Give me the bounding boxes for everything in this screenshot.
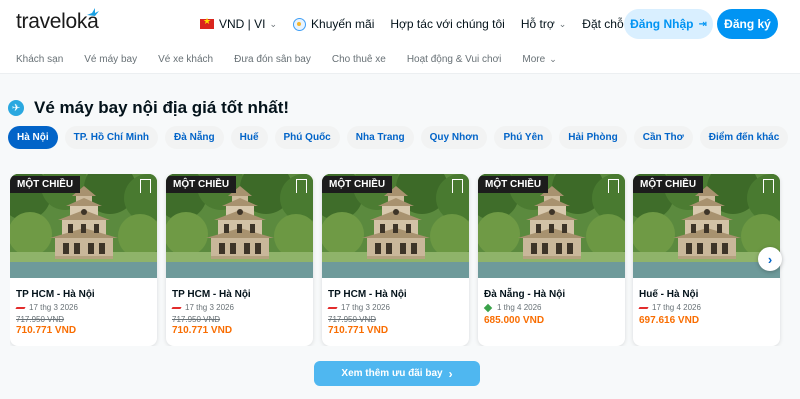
deal-date: 17 thg 4 2026 <box>639 303 701 312</box>
deal-date: 1 thg 4 2026 <box>484 303 541 312</box>
destination-chips: Hà Nội TP. Hồ Chí Minh Đà Nẵng Huế Phú Q… <box>8 126 795 149</box>
deal-card[interactable]: MỘT CHIỀU Đà Nẵng - Hà Nội 1 thg 4 2026 … <box>478 174 625 346</box>
chip-hai-phong[interactable]: Hải Phòng <box>559 126 627 149</box>
deal-card[interactable]: MỘT CHIỀU TP HCM - Hà Nội 17 thg 3 2026 … <box>322 174 469 346</box>
bookmark-icon[interactable] <box>452 179 463 193</box>
trip-type-badge: MỘT CHIỀU <box>10 176 81 193</box>
deal-card[interactable]: MỘT CHIỀU TP HCM - Hà Nội 17 thg 3 2026 … <box>10 174 157 346</box>
login-button[interactable]: Đăng Nhập ⇥ <box>624 9 713 39</box>
product-subnav: Khách sạn Vé máy bay Vé xe khách Đưa đón… <box>16 54 578 65</box>
trip-type-badge: MỘT CHIỀU <box>166 176 237 193</box>
more-label: More <box>522 54 546 65</box>
deal-price: 697.616 VND <box>639 315 700 326</box>
deal-date: 17 thg 3 2026 <box>16 303 78 312</box>
deal-route: TP HCM - Hà Nội <box>328 289 407 300</box>
deal-card[interactable]: MỘT CHIỀU TP HCM - Hà Nội 17 thg 3 2026 … <box>166 174 313 346</box>
promo-link[interactable]: Khuyến mãi <box>293 17 374 31</box>
airline-icon <box>328 305 337 311</box>
top-nav: VND | VI ⌄ Khuyến mãi Hợp tác với chúng … <box>200 9 678 39</box>
bookmark-icon[interactable] <box>296 179 307 193</box>
deal-route: TP HCM - Hà Nội <box>172 289 251 300</box>
logo-bird-icon <box>87 8 99 16</box>
deal-date: 17 thg 3 2026 <box>172 303 234 312</box>
subnav-item-hotels[interactable]: Khách sạn <box>16 54 63 65</box>
chip-phu-quoc[interactable]: Phú Quốc <box>274 126 340 149</box>
deal-price: 710.771 VND <box>16 325 77 336</box>
trip-type-badge: MỘT CHIỀU <box>322 176 393 193</box>
chip-can-tho[interactable]: Cần Thơ <box>633 126 693 149</box>
airline-icon <box>172 305 181 311</box>
chip-da-nang[interactable]: Đà Nẵng <box>165 126 224 149</box>
airline-icon <box>484 305 493 311</box>
subnav-item-airport-transfer[interactable]: Đưa đón sân bay <box>234 54 311 65</box>
deal-price: 710.771 VND <box>328 325 389 336</box>
bookmark-icon[interactable] <box>140 179 151 193</box>
subnav-item-flights[interactable]: Vé máy bay <box>84 54 137 65</box>
top-header: traveloka VND | VI ⌄ Khuyến mãi Hợp tác … <box>0 0 800 74</box>
chip-ha-noi[interactable]: Hà Nội <box>8 126 58 149</box>
deal-route: Huế - Hà Nội <box>639 289 699 300</box>
subnav-item-car-rental[interactable]: Cho thuê xe <box>332 54 386 65</box>
airplane-icon: ✈ <box>8 100 24 116</box>
vietnam-flag-icon <box>200 16 214 29</box>
partner-link[interactable]: Hợp tác với chúng tôi <box>390 17 504 31</box>
airline-icon <box>16 305 25 311</box>
chip-nha-trang[interactable]: Nha Trang <box>346 126 414 149</box>
deal-date-text: 17 thg 4 2026 <box>652 303 701 312</box>
deal-date: 17 thg 3 2026 <box>328 303 390 312</box>
see-more-deals-button[interactable]: Xem thêm ưu đãi bay › <box>314 361 480 386</box>
deal-route: Đà Nẵng - Hà Nội <box>484 289 566 300</box>
deal-date-text: 17 thg 3 2026 <box>29 303 78 312</box>
deal-price: 710.771 VND <box>172 325 233 336</box>
partner-label: Hợp tác với chúng tôi <box>390 17 505 31</box>
see-more-label: Xem thêm ưu đãi bay <box>341 368 443 379</box>
currency-language-label: VND | VI <box>219 17 266 31</box>
chevron-down-icon: ⌄ <box>549 54 557 64</box>
section-title: Vé máy bay nội địa giá tốt nhất! <box>34 98 290 117</box>
subnav-item-more[interactable]: More ⌄ <box>522 54 556 65</box>
chip-hue[interactable]: Huế <box>230 126 268 149</box>
original-price: 717.950 VND <box>328 315 377 324</box>
promo-icon <box>293 17 307 31</box>
currency-language-selector[interactable]: VND | VI ⌄ <box>200 16 278 31</box>
chip-quy-nhon[interactable]: Quy Nhơn <box>420 126 488 149</box>
chevron-right-icon: › <box>767 251 773 267</box>
airline-icon <box>639 305 648 311</box>
deal-date-text: 17 thg 3 2026 <box>341 303 390 312</box>
chevron-down-icon: ⌄ <box>558 18 567 29</box>
chevron-right-icon: › <box>448 366 453 381</box>
signup-button[interactable]: Đăng ký <box>717 9 778 39</box>
chip-ho-chi-minh[interactable]: TP. Hồ Chí Minh <box>64 126 159 149</box>
login-icon: ⇥ <box>698 18 707 30</box>
trip-type-badge: MỘT CHIỀU <box>633 176 704 193</box>
login-label: Đăng Nhập <box>630 17 694 31</box>
deal-price: 685.000 VND <box>484 315 545 326</box>
subnav-item-activities[interactable]: Hoạt động & Vui chơi <box>407 54 502 65</box>
chip-phu-yen[interactable]: Phú Yên <box>494 126 553 149</box>
trip-type-badge: MỘT CHIỀU <box>478 176 549 193</box>
subnav-item-bus[interactable]: Vé xe khách <box>158 54 213 65</box>
deal-date-text: 17 thg 3 2026 <box>185 303 234 312</box>
deal-date-text: 1 thg 4 2026 <box>497 303 542 312</box>
deal-carousel: MỘT CHIỀU TP HCM - Hà Nội 17 thg 3 2026 … <box>10 174 800 346</box>
support-menu[interactable]: Hỗ trợ ⌄ <box>521 17 566 31</box>
chevron-down-icon: ⌄ <box>269 18 278 29</box>
deal-route: TP HCM - Hà Nội <box>16 289 95 300</box>
signup-label: Đăng ký <box>724 17 771 31</box>
promo-label: Khuyến mãi <box>311 17 375 31</box>
bookmark-icon[interactable] <box>763 179 774 193</box>
bookmark-icon[interactable] <box>608 179 619 193</box>
original-price: 717.950 VND <box>172 315 221 324</box>
carousel-next-button[interactable]: › <box>758 247 782 271</box>
chip-other-destinations[interactable]: Điểm đến khác <box>699 126 789 149</box>
original-price: 717.950 VND <box>16 315 65 324</box>
section-header: ✈ Vé máy bay nội địa giá tốt nhất! <box>8 98 289 118</box>
support-label: Hỗ trợ <box>520 17 555 31</box>
